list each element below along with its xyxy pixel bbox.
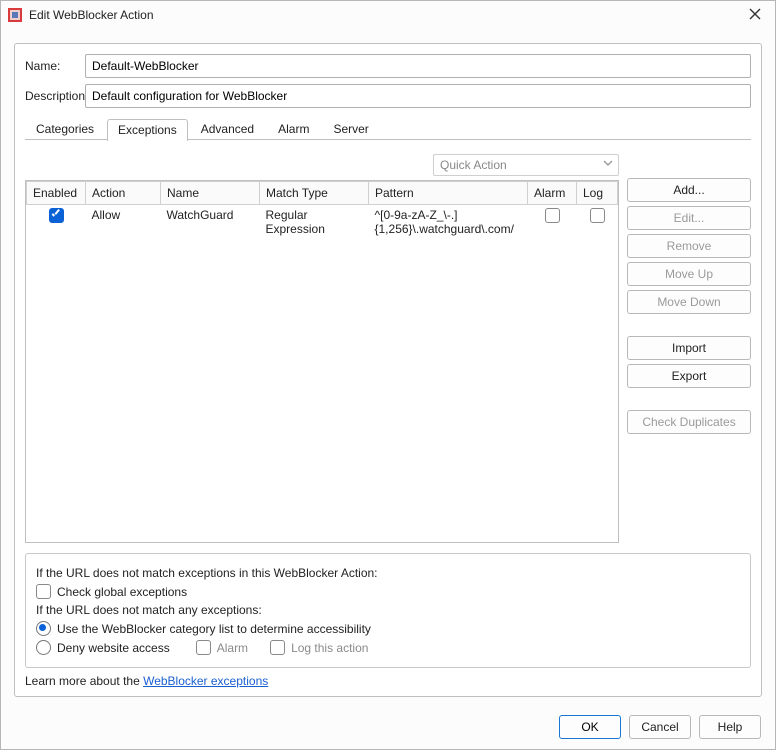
- name-input[interactable]: [85, 54, 751, 78]
- fallback-heading-2: If the URL does not match any exceptions…: [36, 603, 740, 617]
- tab-bar: Categories Exceptions Advanced Alarm Ser…: [25, 118, 751, 140]
- row-match: Regular Expression: [260, 205, 369, 240]
- close-button[interactable]: [741, 3, 769, 27]
- check-duplicates-button[interactable]: Check Duplicates: [627, 410, 751, 434]
- deny-log-checkbox: [270, 640, 285, 655]
- app-icon: [7, 7, 23, 23]
- dialog-window: Edit WebBlocker Action Name: Description…: [0, 0, 776, 750]
- row-pattern: ^[0-9a-zA-Z_\-.]{1,256}\.watchguard\.com…: [369, 205, 528, 240]
- radio-deny-access[interactable]: [36, 640, 51, 655]
- deny-alarm-label: Alarm: [217, 641, 248, 655]
- deny-log-label: Log this action: [291, 641, 368, 655]
- quick-action-select[interactable]: Quick Action: [433, 154, 619, 176]
- col-enabled[interactable]: Enabled: [27, 182, 86, 205]
- row-alarm-checkbox[interactable]: [545, 208, 560, 223]
- ok-button[interactable]: OK: [559, 715, 621, 739]
- tab-advanced[interactable]: Advanced: [190, 118, 265, 140]
- fallback-options: If the URL does not match exceptions in …: [25, 553, 751, 668]
- col-action[interactable]: Action: [86, 182, 161, 205]
- move-down-button[interactable]: Move Down: [627, 290, 751, 314]
- col-name[interactable]: Name: [161, 182, 260, 205]
- col-log[interactable]: Log: [577, 182, 618, 205]
- col-match[interactable]: Match Type: [260, 182, 369, 205]
- row-enabled-checkbox[interactable]: [49, 208, 64, 223]
- description-label: Description:: [25, 89, 85, 103]
- learn-more-prefix: Learn more about the: [25, 674, 143, 688]
- learn-more-link[interactable]: WebBlocker exceptions: [143, 674, 268, 688]
- move-up-button[interactable]: Move Up: [627, 262, 751, 286]
- tab-server[interactable]: Server: [322, 118, 379, 140]
- import-button[interactable]: Import: [627, 336, 751, 360]
- deny-alarm-checkbox: [196, 640, 211, 655]
- cancel-button[interactable]: Cancel: [629, 715, 691, 739]
- radio-use-category-list[interactable]: [36, 621, 51, 636]
- tab-exceptions[interactable]: Exceptions: [107, 119, 188, 141]
- row-name: WatchGuard: [161, 205, 260, 240]
- chevron-down-icon: [603, 158, 613, 168]
- help-button[interactable]: Help: [699, 715, 761, 739]
- row-log-checkbox[interactable]: [590, 208, 605, 223]
- content-frame: Name: Description: Categories Exceptions…: [14, 43, 762, 697]
- edit-button[interactable]: Edit...: [627, 206, 751, 230]
- fallback-heading-1: If the URL does not match exceptions in …: [36, 566, 740, 580]
- check-global-exceptions-label: Check global exceptions: [57, 585, 187, 599]
- description-input[interactable]: [85, 84, 751, 108]
- side-buttons: Add... Edit... Remove Move Up Move Down …: [627, 178, 751, 543]
- radio-deny-access-label: Deny website access: [57, 641, 170, 655]
- check-global-exceptions-checkbox[interactable]: [36, 584, 51, 599]
- row-action: Allow: [86, 205, 161, 240]
- table-row[interactable]: Allow WatchGuard Regular Expression ^[0-…: [27, 205, 618, 240]
- name-label: Name:: [25, 59, 85, 73]
- remove-button[interactable]: Remove: [627, 234, 751, 258]
- col-pattern[interactable]: Pattern: [369, 182, 528, 205]
- tab-alarm[interactable]: Alarm: [267, 118, 320, 140]
- tab-categories[interactable]: Categories: [25, 118, 105, 140]
- quick-action-label: Quick Action: [440, 158, 507, 172]
- export-button[interactable]: Export: [627, 364, 751, 388]
- radio-use-category-list-label: Use the WebBlocker category list to dete…: [57, 622, 371, 636]
- exceptions-table: Enabled Action Name Match Type Pattern A…: [25, 180, 619, 543]
- add-button[interactable]: Add...: [627, 178, 751, 202]
- dialog-footer: OK Cancel Help: [1, 705, 775, 749]
- col-alarm[interactable]: Alarm: [528, 182, 577, 205]
- title-bar: Edit WebBlocker Action: [1, 1, 775, 29]
- window-title: Edit WebBlocker Action: [29, 8, 154, 22]
- learn-more: Learn more about the WebBlocker exceptio…: [25, 674, 751, 688]
